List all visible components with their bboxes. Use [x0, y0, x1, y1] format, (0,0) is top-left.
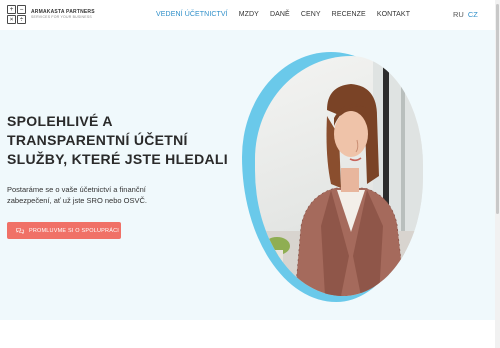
plus-icon: + [7, 5, 16, 14]
scrollbar-thumb[interactable] [496, 4, 499, 214]
hero-section: SPOLEHLIVÉ A TRANSPARENTNÍ ÚČETNÍ SLUŽBY… [0, 30, 495, 320]
brand-logo[interactable]: + − × ÷ ARMAKASTA PARTNERS SERVICES FOR … [7, 5, 95, 24]
hero-title-line-1: SPOLEHLIVÉ A [7, 113, 113, 129]
nav-item-dane[interactable]: DANĚ [270, 11, 290, 18]
hero-title-line-3: SLUŽBY, KTERÉ JSTE HLEDALI [7, 151, 228, 167]
nav-item-ceny[interactable]: CENY [301, 11, 321, 18]
chat-bubbles-icon [16, 227, 24, 234]
contact-cta-label: PROMLUVME SI O SPOLUPRÁCI [29, 227, 119, 234]
contact-cta-button[interactable]: PROMLUVME SI O SPOLUPRÁCI [7, 222, 121, 239]
times-icon: × [7, 15, 16, 24]
brand-tagline: SERVICES FOR YOUR BUSINESS [31, 15, 92, 19]
site-header: + − × ÷ ARMAKASTA PARTNERS SERVICES FOR … [0, 0, 500, 30]
lang-cz[interactable]: CZ [468, 10, 478, 19]
hero-title-line-2: TRANSPARENTNÍ ÚČETNÍ [7, 132, 188, 148]
next-section [0, 320, 495, 348]
hero-lead-text: Postaráme se o vaše účetnictví a finančn… [7, 185, 147, 205]
divide-icon: ÷ [17, 15, 26, 24]
nav-item-recenze[interactable]: RECENZE [332, 11, 366, 18]
nav-item-vedeni-ucetnictvi[interactable]: VEDENÍ ÚČETNICTVÍ [156, 11, 228, 18]
brand-text: ARMAKASTA PARTNERS SERVICES FOR YOUR BUS… [31, 9, 95, 20]
main-nav: VEDENÍ ÚČETNICTVÍ MZDY DANĚ CENY RECENZE… [156, 11, 410, 18]
nav-item-mzdy[interactable]: MZDY [239, 11, 259, 18]
calculator-icon: + − × ÷ [7, 5, 26, 24]
minus-icon: − [17, 5, 26, 14]
page-scrollbar[interactable] [495, 0, 500, 348]
nav-item-kontakt[interactable]: KONTAKT [377, 11, 410, 18]
lang-ru[interactable]: RU [453, 10, 464, 19]
hero-title: SPOLEHLIVÉ A TRANSPARENTNÍ ÚČETNÍ SLUŽBY… [7, 112, 237, 169]
language-switcher: RU CZ [453, 10, 478, 19]
